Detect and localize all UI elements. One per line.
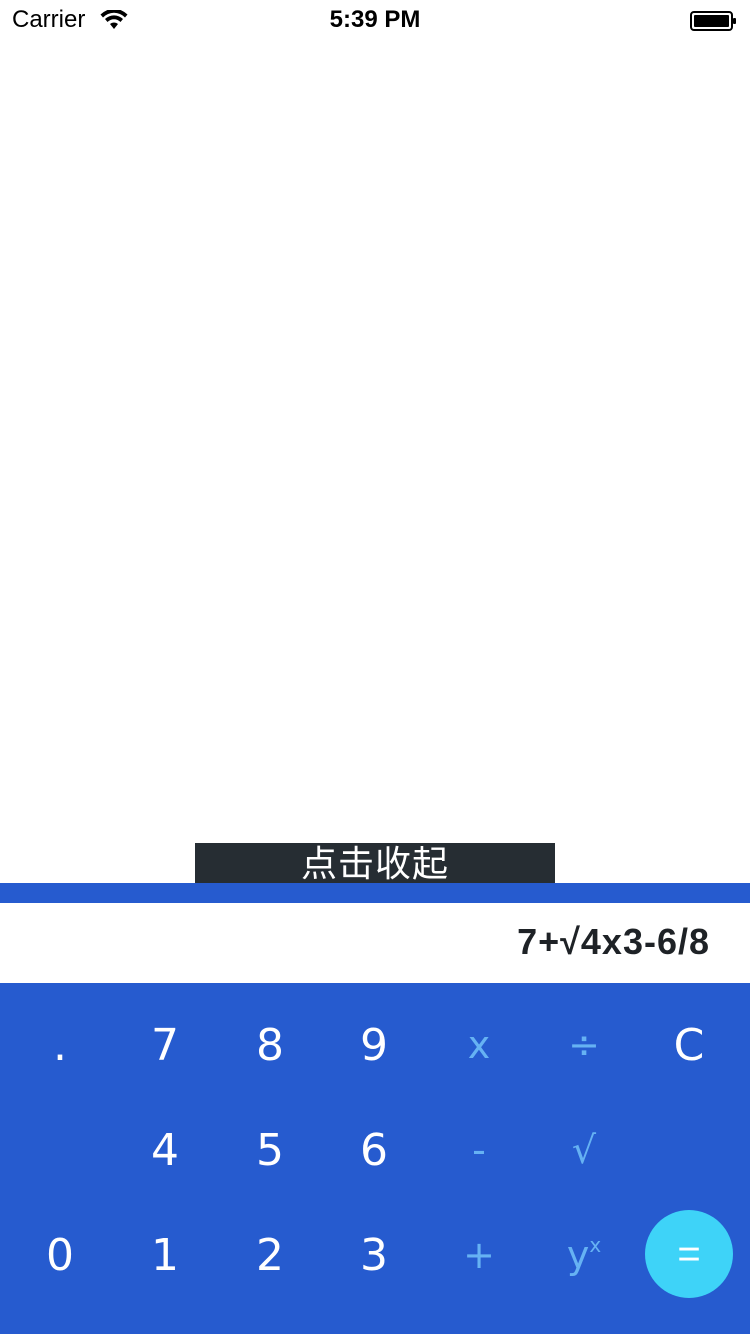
- key-6[interactable]: 6: [322, 1098, 426, 1202]
- key-equals[interactable]: =: [645, 1210, 733, 1298]
- calculator-keyboard: 7+√4x3-6/8 . 7 8 9 x ÷ C 4 5 6 - √ 0 1 2…: [0, 883, 750, 1334]
- key-multiply[interactable]: x: [427, 993, 531, 1097]
- key-4[interactable]: 4: [113, 1098, 217, 1202]
- key-power[interactable]: yx: [532, 1203, 636, 1307]
- key-power-base: y: [566, 1233, 590, 1277]
- expression-text: 7+√4x3-6/8: [517, 921, 710, 962]
- key-sqrt[interactable]: √: [532, 1098, 636, 1202]
- key-5[interactable]: 5: [218, 1098, 322, 1202]
- battery-icon: [690, 11, 736, 31]
- key-add[interactable]: +: [427, 1203, 531, 1307]
- key-0[interactable]: 0: [8, 1203, 112, 1307]
- key-2[interactable]: 2: [218, 1203, 322, 1307]
- key-clear[interactable]: C: [637, 993, 741, 1097]
- expression-display: 7+√4x3-6/8: [0, 903, 750, 983]
- key-7[interactable]: 7: [113, 993, 217, 1097]
- collapse-keyboard-button[interactable]: 点击收起: [195, 843, 555, 885]
- key-divide[interactable]: ÷: [532, 993, 636, 1097]
- key-3[interactable]: 3: [322, 1203, 426, 1307]
- key-9[interactable]: 9: [322, 993, 426, 1097]
- status-time: 5:39 PM: [329, 6, 421, 33]
- status-bar: Carrier 5:39 PM: [0, 0, 750, 40]
- key-8[interactable]: 8: [218, 993, 322, 1097]
- key-subtract[interactable]: -: [427, 1098, 531, 1202]
- key-decimal[interactable]: .: [8, 993, 112, 1097]
- key-1[interactable]: 1: [113, 1203, 217, 1307]
- key-power-exponent: x: [589, 1233, 602, 1257]
